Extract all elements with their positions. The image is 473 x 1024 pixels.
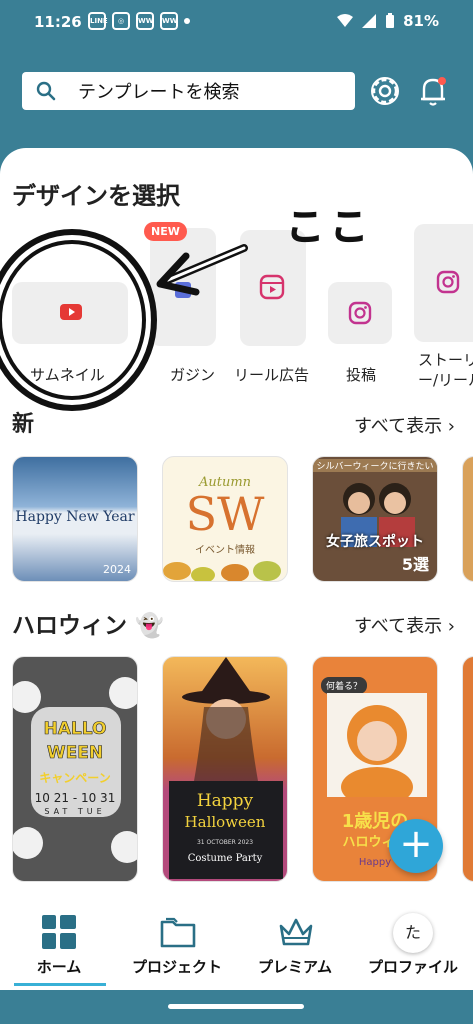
app-notif-icon: WW xyxy=(160,12,178,30)
ghost-icon: 👻 xyxy=(135,613,164,639)
thumb-title: SW xyxy=(185,487,265,541)
signal-icon xyxy=(362,14,377,28)
gesture-bar-area xyxy=(0,990,473,1024)
thumb-year: 2024 xyxy=(103,563,131,576)
template-thumb-partial[interactable] xyxy=(462,456,473,582)
thumb-line2: Halloween xyxy=(184,813,266,831)
instagram-notif-icon: ◎ xyxy=(112,12,130,30)
design-label-reel-ad: リール広告 xyxy=(234,366,310,384)
annotation-text: ここ xyxy=(285,205,375,250)
thumb-title: 女子旅スポット xyxy=(326,534,424,550)
more-notifications-dot xyxy=(184,18,190,24)
template-thumb-autumn[interactable]: Autumn SW イベント情報 xyxy=(162,456,288,582)
thumb-date: 31 OCTOBER 2023 xyxy=(196,839,254,846)
photo-baby xyxy=(327,693,427,797)
search-icon xyxy=(36,81,56,101)
template-thumb-partial[interactable] xyxy=(462,656,473,882)
photo-witch xyxy=(182,657,270,781)
main-content: デザインを選択 サムネイル NEW ガジン リール広告 投稿 ストーリ ー/リー… xyxy=(0,148,473,908)
nav-premium-label: プレミアム xyxy=(258,958,332,976)
nav-home-label: ホーム xyxy=(36,958,82,976)
battery-percent: 81% xyxy=(403,12,439,30)
system-icons: 81% xyxy=(337,12,439,30)
line-icon: LINE xyxy=(88,12,108,30)
see-all-new-link[interactable]: すべて表示 › xyxy=(354,412,455,438)
status-time: 11:26 xyxy=(34,13,82,31)
thumb-days: SAT TUE xyxy=(44,807,106,816)
design-label-thumbnail: サムネイル xyxy=(30,366,105,384)
thumb-line2: WEEN xyxy=(46,743,104,764)
thumb-event: Costume Party xyxy=(187,853,263,864)
new-badge: NEW xyxy=(144,222,187,241)
thumb-bubble: 何着る？ xyxy=(321,677,368,694)
thumb-title: Happy New Year xyxy=(15,509,135,525)
instagram-icon xyxy=(436,270,460,294)
search-bar[interactable]: テンプレートを検索 xyxy=(22,72,355,110)
avatar: た xyxy=(393,913,433,953)
design-label-story: ストーリ ー/リール xyxy=(418,351,473,389)
design-label-post: 投稿 xyxy=(346,366,377,384)
new-section-title: 新 xyxy=(12,412,35,437)
notification-icons: LINE ◎ WW WW xyxy=(88,12,190,30)
youtube-icon xyxy=(60,304,82,320)
template-thumb-girls-trip[interactable]: シルバーウィークに行きたい 女子旅スポット 5選 xyxy=(312,456,438,582)
halloween-title-text: ハロウィン xyxy=(12,613,127,639)
design-card-magazine[interactable] xyxy=(150,228,216,346)
crown-icon xyxy=(279,918,313,946)
nav-profile-label: プロファイル xyxy=(367,958,458,976)
thumb-num: 5選 xyxy=(401,555,429,574)
status-bar: 11:26 LINE ◎ WW WW 81% xyxy=(0,0,473,44)
create-fab-button[interactable]: + xyxy=(389,819,443,873)
thumb-dates: 10 21 - 10 31 xyxy=(34,791,116,805)
bell-icon[interactable] xyxy=(414,72,452,110)
app-notif-icon: WW xyxy=(136,12,154,30)
design-section-title: デザインを選択 xyxy=(12,182,180,210)
battery-icon xyxy=(386,13,395,28)
nav-premium[interactable]: プレミアム xyxy=(236,908,354,990)
bottom-navigation: ホーム プロジェクト プレミアム た プロファイル xyxy=(0,908,473,990)
search-placeholder: テンプレートを検索 xyxy=(78,82,240,103)
active-tab-indicator xyxy=(14,983,106,986)
template-thumb-halloween-campaign[interactable]: HALLO WEEN キャンペーン 10 21 - 10 31 SAT TUE xyxy=(12,656,138,882)
magazine-icon xyxy=(175,282,191,298)
nav-projects-label: プロジェクト xyxy=(131,958,222,976)
template-thumb-new-year[interactable]: Happy New Year 2024 xyxy=(12,456,138,582)
design-card-story[interactable] xyxy=(414,224,473,342)
thumb-line1: HALLO xyxy=(43,719,107,740)
notification-dot xyxy=(438,77,446,85)
reels-icon xyxy=(259,274,285,300)
thumb-line1: Happy xyxy=(196,791,254,811)
nav-profile[interactable]: た プロファイル xyxy=(354,908,472,990)
folder-icon xyxy=(160,917,196,948)
design-card-post[interactable] xyxy=(328,282,392,344)
gear-icon[interactable] xyxy=(366,72,404,110)
design-card-thumbnail[interactable] xyxy=(12,282,128,344)
wifi-icon xyxy=(337,14,354,27)
design-label-magazine: ガジン xyxy=(170,366,216,384)
nav-projects[interactable]: プロジェクト xyxy=(118,908,236,990)
leaves-decoration xyxy=(163,561,281,581)
see-all-halloween-link[interactable]: すべて表示 › xyxy=(354,612,455,638)
thumb-line3: キャンペーン xyxy=(39,771,111,785)
home-grid-icon xyxy=(42,915,76,949)
thumb-top: シルバーウィークに行きたい xyxy=(313,459,437,472)
template-thumb-happy-halloween[interactable]: Happy Halloween 31 OCTOBER 2023 Costume … xyxy=(162,656,288,882)
instagram-icon xyxy=(348,301,372,325)
halloween-section-title: ハロウィン 👻 xyxy=(12,606,164,640)
nav-home[interactable]: ホーム xyxy=(0,908,118,990)
home-gesture-handle[interactable] xyxy=(168,1004,304,1009)
